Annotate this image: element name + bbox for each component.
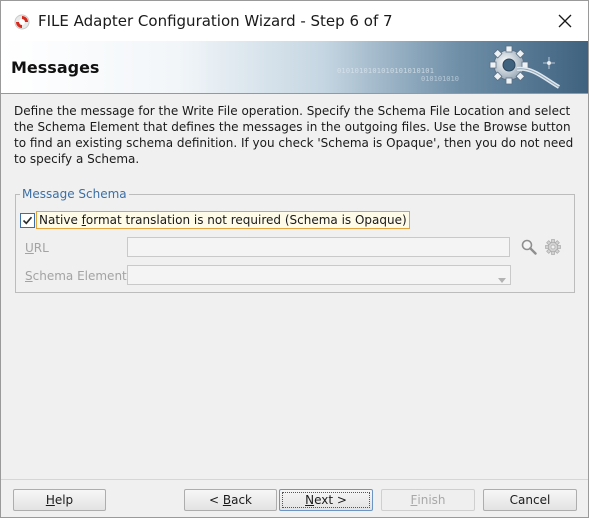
group-border-right — [125, 194, 574, 195]
footer-divider — [1, 479, 588, 480]
back-label: ack — [231, 493, 252, 507]
oracle-adapter-icon — [14, 14, 30, 30]
schema-element-label-mnemonic: S — [25, 269, 33, 283]
url-input[interactable] — [127, 237, 510, 257]
back-prefix: < — [208, 493, 223, 507]
banner-decoration-text: 0101010101010101010101 — [337, 67, 435, 75]
finish-label: inish — [417, 493, 446, 507]
schema-opaque-label-prefix: Native — [39, 213, 82, 227]
title-bar: FILE Adapter Configuration Wizard - Step… — [1, 1, 588, 41]
schema-element-select[interactable] — [127, 265, 511, 285]
checkmark-icon — [22, 216, 33, 225]
browse-search-button[interactable] — [520, 238, 538, 256]
help-button[interactable]: Help — [13, 489, 106, 511]
gear-icon — [545, 239, 561, 255]
page-header-banner: Messages 0101010101010101010101 01010101… — [1, 41, 588, 94]
schema-opaque-checkbox[interactable] — [20, 213, 35, 228]
cancel-button[interactable]: Cancel — [483, 489, 577, 511]
finish-mnemonic: F — [410, 493, 418, 507]
schema-opaque-label[interactable]: Native format translation is not require… — [36, 211, 410, 229]
page-title: Messages — [11, 58, 100, 77]
search-icon — [521, 239, 537, 255]
chevron-down-icon — [498, 272, 506, 286]
schema-opaque-label-suffix: ormat translation is not required (Schem… — [85, 213, 407, 227]
back-mnemonic: B — [222, 493, 232, 507]
close-button[interactable] — [550, 7, 580, 35]
url-label-suffix: RL — [33, 241, 49, 255]
gear-banner-icon — [489, 43, 561, 91]
window-title: FILE Adapter Configuration Wizard - Step… — [38, 12, 393, 30]
next-mnemonic: N — [305, 493, 315, 507]
banner-decoration-text-2: 010101010 — [421, 75, 459, 83]
generate-schema-button[interactable] — [544, 238, 562, 256]
message-schema-legend: Message Schema — [22, 187, 129, 201]
url-label-mnemonic: U — [25, 241, 34, 255]
close-icon — [558, 14, 572, 28]
finish-button[interactable]: Finish — [381, 489, 475, 511]
group-border-left — [15, 194, 20, 195]
next-label: ext > — [314, 493, 347, 507]
instructions-text: Define the message for the Write File op… — [14, 104, 574, 166]
back-button[interactable]: < Back — [184, 489, 277, 511]
schema-element-label-suffix: chema Element — [32, 269, 127, 283]
help-label: elp — [54, 493, 74, 507]
help-mnemonic: H — [45, 493, 55, 507]
next-button[interactable]: Next > — [279, 489, 373, 511]
wizard-window: FILE Adapter Configuration Wizard - Step… — [0, 0, 589, 518]
schema-element-label: Schema Element — [25, 269, 127, 283]
url-label: URL — [25, 241, 49, 255]
